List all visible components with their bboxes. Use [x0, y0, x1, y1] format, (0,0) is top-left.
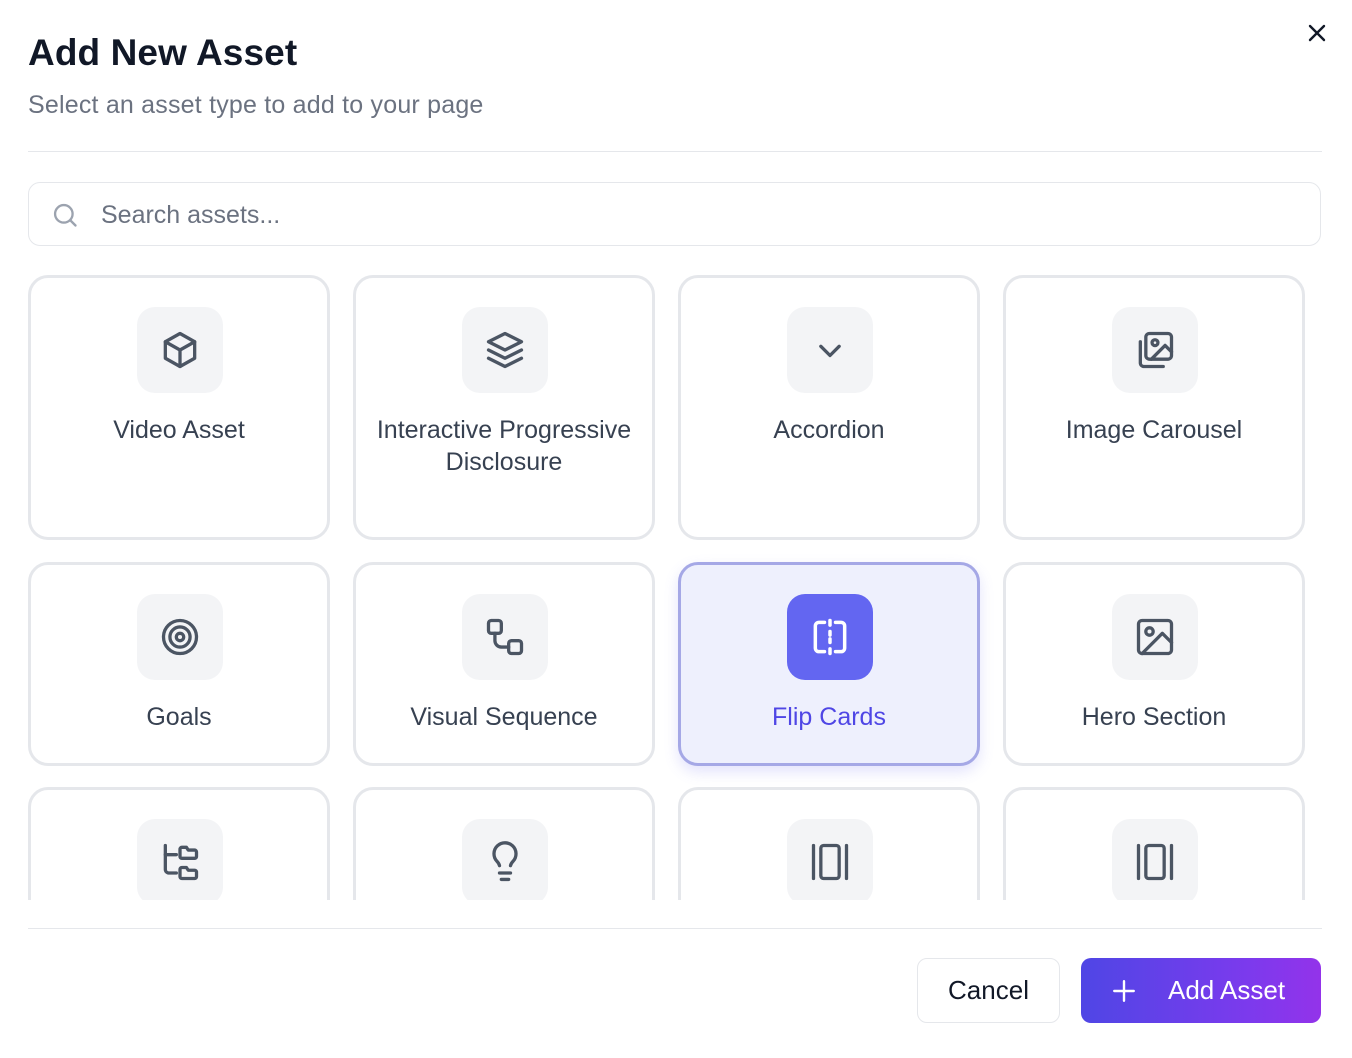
cube-icon [163, 331, 197, 369]
gallery-vertical-icon [811, 843, 849, 881]
images-icon [1138, 331, 1174, 369]
asset-card-visual-sequence[interactable]: Visual Sequence [353, 562, 655, 766]
search-input[interactable] [101, 195, 1281, 235]
asset-card-hero-section[interactable]: Hero Section [1003, 562, 1305, 766]
close-icon [1308, 24, 1326, 42]
search-box [28, 182, 1321, 246]
asset-card-interactive-progressive-disclosure[interactable]: Interactive Progressive Disclosure [353, 275, 655, 540]
plus-icon [1113, 980, 1135, 1002]
asset-card-video-asset[interactable]: Video Asset [28, 275, 330, 540]
dialog-subtitle: Select an asset type to add to your page [28, 91, 484, 119]
search-icon [53, 203, 77, 227]
folder-tree-icon [163, 843, 199, 881]
asset-card-accordion[interactable]: Accordion [678, 275, 980, 540]
lightbulb-icon [492, 841, 518, 882]
footer-divider [28, 928, 1322, 929]
asset-card-folder-tree[interactable] [28, 787, 330, 900]
gallery-vertical-icon [1136, 843, 1174, 881]
add-asset-label: Add Asset [1168, 975, 1286, 1005]
asset-card-flip-cards[interactable]: Flip Cards [678, 562, 980, 766]
asset-card-label: Video Asset [113, 416, 245, 444]
asset-grid[interactable]: Video Asset Interactive Progressive Disc… [0, 262, 1352, 900]
add-asset-button[interactable]: Add Asset [1081, 958, 1321, 1023]
add-asset-dialog: Add New Asset Select an asset type to ad… [0, 0, 1352, 1058]
asset-card-gallery-a[interactable] [678, 787, 980, 900]
asset-card-label: Flip Cards [772, 703, 886, 731]
asset-card-image-carousel[interactable]: Image Carousel [1003, 275, 1305, 540]
asset-card-label: Interactive Progressive Disclosure [376, 416, 632, 476]
asset-card-label: Goals [146, 703, 212, 731]
dialog-title: Add New Asset [28, 32, 298, 73]
image-icon [1136, 618, 1174, 656]
target-icon [161, 618, 199, 656]
asset-card-lightbulb[interactable] [353, 787, 655, 900]
asset-card-label: Hero Section [1081, 703, 1227, 731]
flip-icon [813, 618, 847, 656]
workflow-icon [486, 618, 524, 656]
chevron-down-icon [819, 344, 841, 358]
layers-icon [486, 331, 524, 369]
header-divider [28, 151, 1322, 152]
close-button[interactable] [1300, 16, 1334, 50]
asset-card-label: Accordion [773, 416, 885, 444]
cancel-button[interactable]: Cancel [917, 958, 1060, 1023]
asset-card-goals[interactable]: Goals [28, 562, 330, 766]
asset-card-label: Image Carousel [1065, 416, 1243, 444]
asset-card-label: Visual Sequence [410, 703, 598, 731]
asset-card-gallery-b[interactable] [1003, 787, 1305, 900]
